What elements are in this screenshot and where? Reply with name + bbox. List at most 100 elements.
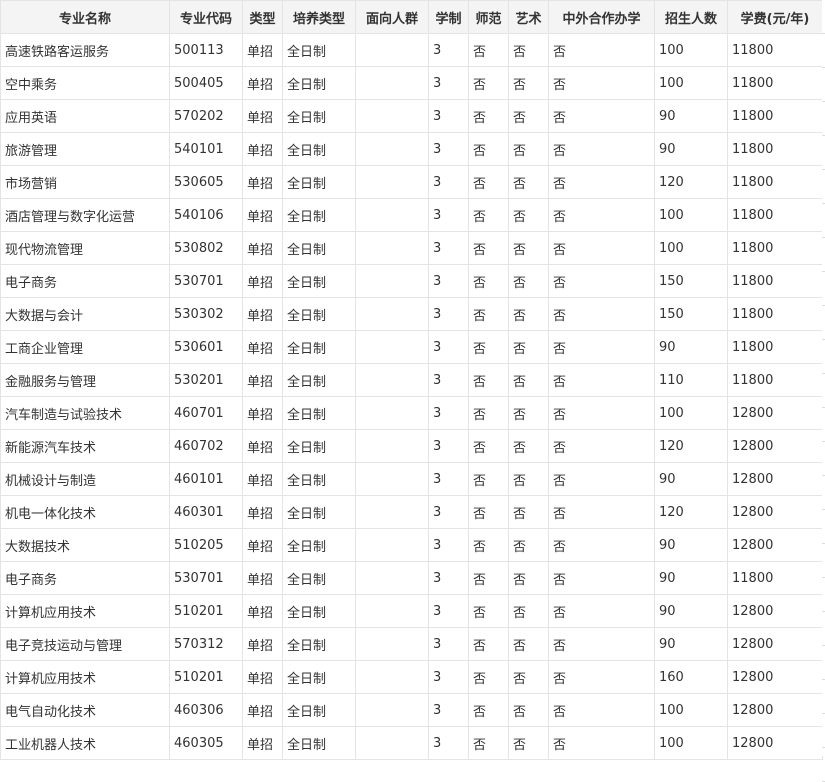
table-cell: 否: [508, 363, 549, 397]
table-cell: 90: [654, 462, 728, 496]
table-cell: 3: [428, 726, 469, 760]
table-cell: [355, 528, 429, 562]
column-header: 学制: [428, 0, 469, 34]
table-cell: [355, 660, 429, 694]
table-cell: [355, 231, 429, 265]
table-cell: 否: [508, 330, 549, 364]
table-cell: 工业机器人技术: [0, 726, 170, 760]
table-row: 应用英语 570202 单招 全日制 3 否否否 90 11800: [0, 99, 823, 133]
table-cell: 否: [548, 528, 655, 562]
table-row: 市场营销 530605 单招 全日制 3 否否否 120 11800: [0, 165, 823, 199]
table-cell: 否: [508, 561, 549, 595]
table-cell: 530802: [169, 231, 243, 265]
table-cell: 否: [508, 99, 549, 133]
table-cell: [355, 363, 429, 397]
table-cell: 12800: [727, 528, 823, 562]
table-cell: 单招: [242, 429, 283, 463]
table-cell: 全日制: [282, 396, 356, 430]
table-cell: 3: [428, 660, 469, 694]
table-cell: [355, 66, 429, 100]
table-cell: 460702: [169, 429, 243, 463]
table-row: 空中乘务 500405 单招 全日制 3 否否否 100 11800: [0, 66, 823, 100]
table-cell: 否: [548, 693, 655, 727]
table-cell: 11800: [727, 99, 823, 133]
table-cell: 单招: [242, 693, 283, 727]
table-row: 旅游管理 540101 单招 全日制 3 否否否 90 11800: [0, 132, 823, 166]
table-cell: 否: [468, 363, 509, 397]
table-cell: 3: [428, 528, 469, 562]
table-cell: 否: [508, 495, 549, 529]
table-cell: 否: [468, 264, 509, 298]
table-cell: 12800: [727, 396, 823, 430]
table-cell: 90: [654, 594, 728, 628]
table-cell: 单招: [242, 33, 283, 67]
table-cell: 否: [508, 660, 549, 694]
table-row: 电气自动化技术 460306 单招 全日制 3 否否否 100 12800: [0, 693, 823, 727]
table-cell: 120: [654, 495, 728, 529]
table-cell: 100: [654, 726, 728, 760]
table-cell: 否: [548, 726, 655, 760]
table-cell: 否: [548, 594, 655, 628]
table-cell: 全日制: [282, 462, 356, 496]
table-cell: 全日制: [282, 495, 356, 529]
table-cell: 12800: [727, 462, 823, 496]
table-cell: 否: [508, 132, 549, 166]
table-cell: 新能源汽车技术: [0, 429, 170, 463]
table-cell: 11800: [727, 198, 823, 232]
table-cell: 否: [508, 462, 549, 496]
table-cell: 机电一体化技术: [0, 495, 170, 529]
table-cell: 否: [468, 627, 509, 661]
table-cell: [355, 627, 429, 661]
table-cell: 100: [654, 33, 728, 67]
table-cell: [355, 429, 429, 463]
table-cell: [355, 462, 429, 496]
table-cell: 否: [468, 693, 509, 727]
table-cell: 90: [654, 528, 728, 562]
table-cell: 120: [654, 165, 728, 199]
table-cell: 500113: [169, 33, 243, 67]
table-cell: 单招: [242, 561, 283, 595]
table-cell: 否: [548, 660, 655, 694]
table-cell: 单招: [242, 264, 283, 298]
table-cell: 单招: [242, 198, 283, 232]
table-cell: 单招: [242, 726, 283, 760]
table-cell: 510201: [169, 660, 243, 694]
table-cell: 12800: [727, 726, 823, 760]
column-header: 面向人群: [355, 0, 429, 34]
table-cell: 单招: [242, 660, 283, 694]
table-cell: 全日制: [282, 594, 356, 628]
table-cell: 单招: [242, 132, 283, 166]
table-cell: 全日制: [282, 264, 356, 298]
table-cell: 单招: [242, 99, 283, 133]
table-cell: 否: [468, 561, 509, 595]
table-cell: 否: [468, 495, 509, 529]
table-cell: 否: [468, 99, 509, 133]
table-cell: 540106: [169, 198, 243, 232]
table-cell: 510205: [169, 528, 243, 562]
table-cell: 100: [654, 693, 728, 727]
table-cell: 11800: [727, 363, 823, 397]
table-cell: 12800: [727, 660, 823, 694]
table-cell: 全日制: [282, 528, 356, 562]
table-cell: 全日制: [282, 132, 356, 166]
table-cell: 否: [508, 198, 549, 232]
table-cell: 3: [428, 363, 469, 397]
table-cell: 500405: [169, 66, 243, 100]
table-cell: [355, 264, 429, 298]
table-cell: 否: [508, 66, 549, 100]
table-cell: 单招: [242, 231, 283, 265]
table-cell: 全日制: [282, 330, 356, 364]
table-row: 金融服务与管理 530201 单招 全日制 3 否否否 110 11800: [0, 363, 823, 397]
table-cell: 否: [468, 231, 509, 265]
table-cell: [355, 297, 429, 331]
table-cell: 否: [508, 165, 549, 199]
table-cell: 汽车制造与试验技术: [0, 396, 170, 430]
table-cell: 11800: [727, 165, 823, 199]
table-cell: 否: [508, 726, 549, 760]
table-cell: 全日制: [282, 297, 356, 331]
table-row: 工业机器人技术 460305 单招 全日制 3 否否否 100 12800: [0, 726, 823, 760]
table-cell: 11800: [727, 330, 823, 364]
column-header: 培养类型: [282, 0, 356, 34]
table-cell: 全日制: [282, 198, 356, 232]
table-cell: 否: [548, 231, 655, 265]
